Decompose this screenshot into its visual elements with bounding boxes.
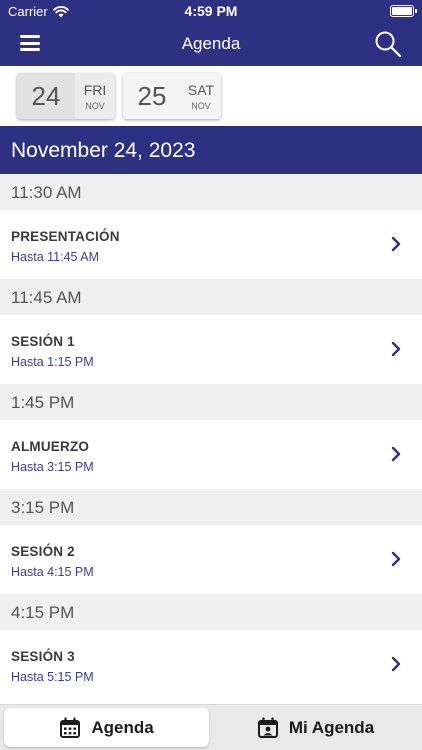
navigation-bar: Agenda <box>0 22 422 66</box>
battery-icon <box>390 5 417 17</box>
tab-label: Agenda <box>91 717 154 737</box>
bottom-tab-bar: Agenda Mi Agenda <box>0 704 422 750</box>
date-day-number: 25 <box>137 80 167 111</box>
status-time: 4:59 PM <box>184 3 238 19</box>
top-bar: Carrier 4:59 PM Agenda <box>0 0 422 66</box>
session-title: SESIÓN 1 <box>11 334 75 349</box>
status-bar: Carrier 4:59 PM <box>0 0 422 22</box>
date-day-number: 24 <box>17 73 75 119</box>
search-icon[interactable] <box>374 30 402 58</box>
date-chip-25[interactable]: 25 SAT NOV <box>123 73 221 119</box>
session-item[interactable]: SESIÓN 3 Hasta 5:15 PM <box>0 630 422 699</box>
session-title: SESIÓN 3 <box>11 649 75 664</box>
session-title: ALMUERZO <box>11 439 90 454</box>
time-slot-header: 1:45 PM <box>0 384 422 420</box>
time-slot-header: 4:15 PM <box>0 594 422 630</box>
session-end-time: Hasta 3:15 PM <box>11 460 94 474</box>
date-weekday: SAT <box>187 81 215 98</box>
day-header: November 24, 2023 <box>0 126 422 174</box>
chevron-right-icon <box>391 656 401 672</box>
time-slot-header: 3:15 PM <box>0 489 422 525</box>
chevron-right-icon <box>391 236 401 252</box>
date-weekday-month: FRI NOV <box>75 73 115 119</box>
session-end-time: Hasta 4:15 PM <box>11 565 94 579</box>
date-month: NOV <box>85 100 105 111</box>
chevron-right-icon <box>391 446 401 462</box>
chevron-right-icon <box>391 341 401 357</box>
time-slot-header: 11:30 AM <box>0 174 422 210</box>
tab-label: Mi Agenda <box>288 717 375 737</box>
tab-agenda[interactable]: Agenda <box>4 708 209 747</box>
date-selector: 24 FRI NOV 25 SAT NOV <box>0 66 422 126</box>
date-chip-24[interactable]: 24 FRI NOV <box>17 73 115 119</box>
tab-mi-agenda[interactable]: Mi Agenda <box>213 708 418 747</box>
session-end-time: Hasta 5:15 PM <box>11 670 94 684</box>
time-slot-header: 11:45 AM <box>0 279 422 315</box>
session-item[interactable]: SESIÓN 1 Hasta 1:15 PM <box>0 315 422 384</box>
session-title: PRESENTACIÓN <box>11 229 120 244</box>
session-item[interactable]: PRESENTACIÓN Hasta 11:45 AM <box>0 210 422 279</box>
date-weekday-month: SAT NOV <box>181 73 221 119</box>
session-end-time: Hasta 11:45 AM <box>11 250 100 264</box>
session-item[interactable]: ALMUERZO Hasta 3:15 PM <box>0 420 422 489</box>
session-end-time: Hasta 1:15 PM <box>11 355 94 369</box>
session-item[interactable]: SESIÓN 2 Hasta 4:15 PM <box>0 525 422 594</box>
agenda-list[interactable]: 11:30 AM PRESENTACIÓN Hasta 11:45 AM 11:… <box>0 174 422 704</box>
chevron-right-icon <box>391 551 401 567</box>
calendar-icon <box>60 716 81 738</box>
date-weekday: FRI <box>83 81 107 98</box>
session-title: SESIÓN 2 <box>11 544 75 559</box>
page-title: Agenda <box>181 34 241 53</box>
date-month: NOV <box>191 100 211 111</box>
personal-calendar-icon <box>257 716 278 738</box>
agenda-screen: Carrier 4:59 PM Agenda 24 FRI NOV 25 SAT… <box>0 0 422 750</box>
